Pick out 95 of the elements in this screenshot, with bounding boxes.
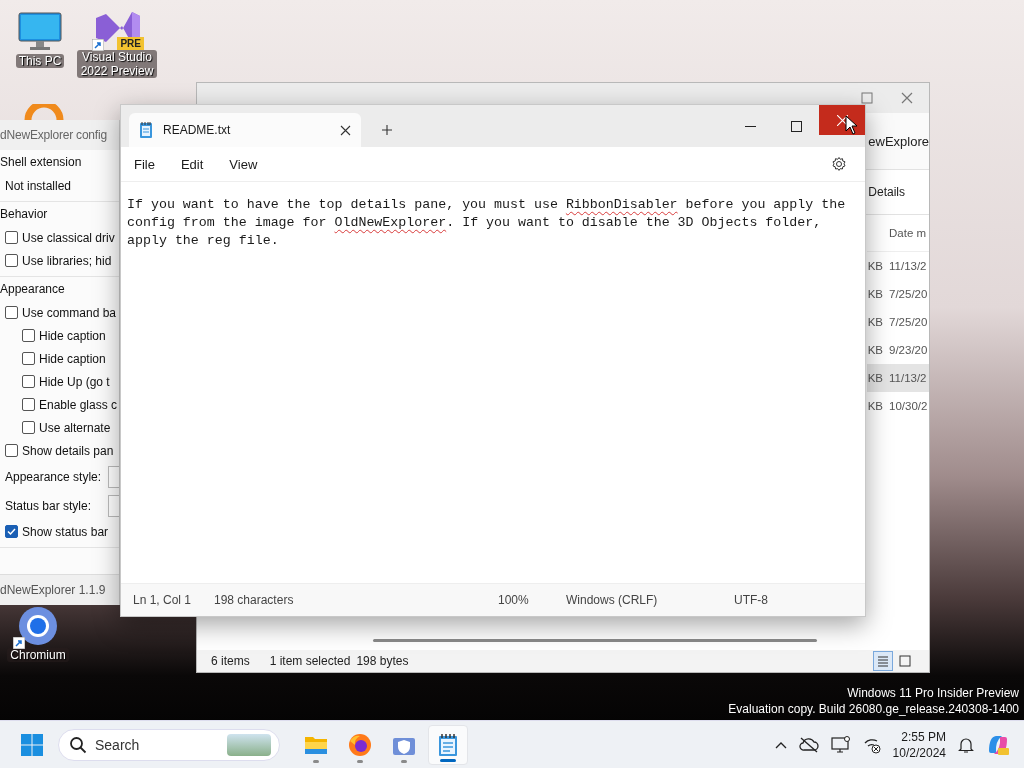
checkbox[interactable] — [22, 352, 35, 365]
size-cell-text: KB — [867, 316, 884, 328]
character-count: 198 characters — [214, 593, 295, 607]
window-title: dNewExplorer config — [0, 120, 119, 150]
checkbox-label[interactable]: Use command ba — [22, 305, 117, 320]
checkbox-label[interactable]: Use alternate — [39, 420, 111, 435]
folder-title: ewExplore — [868, 133, 929, 149]
checkbox-label[interactable]: Use libraries; hid — [22, 253, 112, 268]
checkbox[interactable] — [5, 254, 18, 267]
desktop-icon-label[interactable]: This PC — [15, 54, 65, 68]
version-text: dNewExplorer 1.1.9 — [0, 574, 119, 605]
checkbox-label[interactable]: Hide Up (go t — [39, 374, 110, 389]
document-tab[interactable]: README.txt — [129, 113, 361, 147]
encoding[interactable]: UTF-8 — [734, 593, 865, 607]
file-row[interactable]: KB 11/13/2 — [867, 364, 929, 392]
checkbox-label[interactable]: Use classical driv — [22, 230, 115, 245]
file-row[interactable]: KB 10/30/2 — [867, 392, 929, 420]
date-cell-text: 7/25/20 — [888, 288, 929, 300]
menu-item[interactable]: View — [220, 152, 267, 176]
checkbox[interactable] — [22, 375, 35, 388]
size-cell-text: KB — [867, 372, 884, 384]
document-text[interactable]: If you want to have the top details pane, you must use RibbonDisabler before you apply the config from the image for OldNewExplorer. If you want to disable the 3D Objects folder, apply the reg file. — [121, 182, 865, 583]
desktop-icon-label[interactable]: Visual Studio 2022 Preview — [77, 50, 157, 78]
mouse-pointer-icon — [845, 115, 859, 135]
column-header[interactable]: Date m — [886, 227, 929, 239]
file-row[interactable]: KB 9/23/20 — [867, 336, 929, 364]
settings-icon[interactable] — [831, 156, 847, 172]
file-row[interactable]: KB 11/13/2 — [867, 252, 929, 280]
file-row[interactable]: KB 7/25/20 — [867, 308, 929, 336]
checkbox[interactable] — [5, 231, 18, 244]
watermark-text: Evaluation copy. Build 26080.ge_release.240308-1400 — [728, 701, 1019, 717]
checkbox-label[interactable]: Show status bar — [22, 524, 109, 539]
windows-start-icon[interactable] — [20, 732, 44, 757]
details-view-button[interactable] — [873, 651, 893, 671]
selection-size: 198 bytes — [356, 654, 409, 668]
size-cell-text: KB — [867, 400, 884, 412]
check-icon — [7, 527, 16, 536]
size-cell-text: KB — [867, 260, 884, 272]
details-view-icon — [877, 655, 889, 667]
close-icon[interactable] — [901, 92, 913, 104]
photo-placeholder — [227, 733, 271, 756]
section-heading: Behavior — [0, 206, 49, 223]
date-cell-text: 9/23/20 — [888, 344, 929, 356]
checkbox-label[interactable]: Show details pan — [22, 443, 114, 458]
checkbox[interactable] — [5, 306, 18, 319]
notepad-icon — [438, 732, 458, 757]
section-heading: Appearance — [0, 281, 66, 298]
checkbox[interactable] — [5, 525, 18, 538]
date-cell-text: 11/13/2 — [888, 260, 928, 272]
maximize-icon — [790, 120, 802, 132]
checkbox-label[interactable]: Enable glass c — [39, 397, 118, 412]
cursor-position: Ln 1, Col 1 — [133, 593, 193, 607]
close-button[interactable] — [819, 105, 865, 135]
file-row[interactable]: KB 7/25/20 — [867, 280, 929, 308]
size-cell-text: KB — [867, 344, 884, 356]
checkbox[interactable] — [22, 398, 35, 411]
date-cell-text: 10/30/2 — [888, 400, 929, 412]
cloud-off-icon[interactable] — [798, 736, 819, 753]
clock[interactable]: 2:55 PM 10/2/2024 — [892, 728, 946, 761]
checkbox[interactable] — [5, 444, 18, 457]
notepad-icon — [139, 121, 153, 139]
maximize-icon[interactable] — [861, 92, 873, 104]
checkbox[interactable] — [22, 329, 35, 342]
field-label: Appearance style: — [5, 469, 102, 484]
status-text: Not installed — [5, 178, 72, 193]
checkbox-label[interactable]: Hide caption — [39, 351, 106, 366]
chevron-up-icon[interactable] — [774, 740, 787, 749]
search-field[interactable]: Search — [58, 728, 280, 761]
horizontal-scrollbar[interactable] — [373, 639, 817, 642]
date-cell-text: 11/13/2 — [888, 372, 928, 384]
close-tab-icon[interactable] — [340, 124, 351, 136]
bell-icon[interactable] — [958, 735, 974, 754]
search-icon — [69, 735, 87, 754]
item-count: 6 items — [211, 654, 250, 668]
firefox-icon — [348, 732, 372, 757]
date-cell-text: 7/25/20 — [888, 316, 929, 328]
field-label: Status bar style: — [5, 498, 92, 513]
zoom-level[interactable]: 100% — [498, 593, 566, 607]
tiles-view-icon — [899, 655, 911, 667]
menu-item[interactable]: Edit — [171, 152, 213, 176]
view-details-button[interactable]: Details — [868, 185, 905, 199]
date-text: 10/2/2024 — [892, 744, 946, 761]
time-text: 2:55 PM — [901, 728, 946, 745]
section-heading: Shell extension — [0, 154, 83, 171]
taskbar-app-button[interactable] — [428, 724, 468, 765]
close-icon — [836, 114, 848, 126]
menu-item[interactable]: File — [125, 152, 164, 176]
checkbox[interactable] — [22, 421, 35, 434]
selection-info: 1 item selected — [269, 654, 351, 668]
size-cell-text: KB — [867, 288, 884, 300]
line-ending[interactable]: Windows (CRLF) — [566, 593, 734, 607]
display-icon[interactable] — [830, 735, 851, 754]
checkbox-label[interactable]: Hide caption — [39, 328, 106, 343]
watermark-text: Windows 11 Pro Insider Preview — [847, 685, 1019, 701]
desktop-icon-label[interactable]: Chromium — [7, 648, 69, 662]
